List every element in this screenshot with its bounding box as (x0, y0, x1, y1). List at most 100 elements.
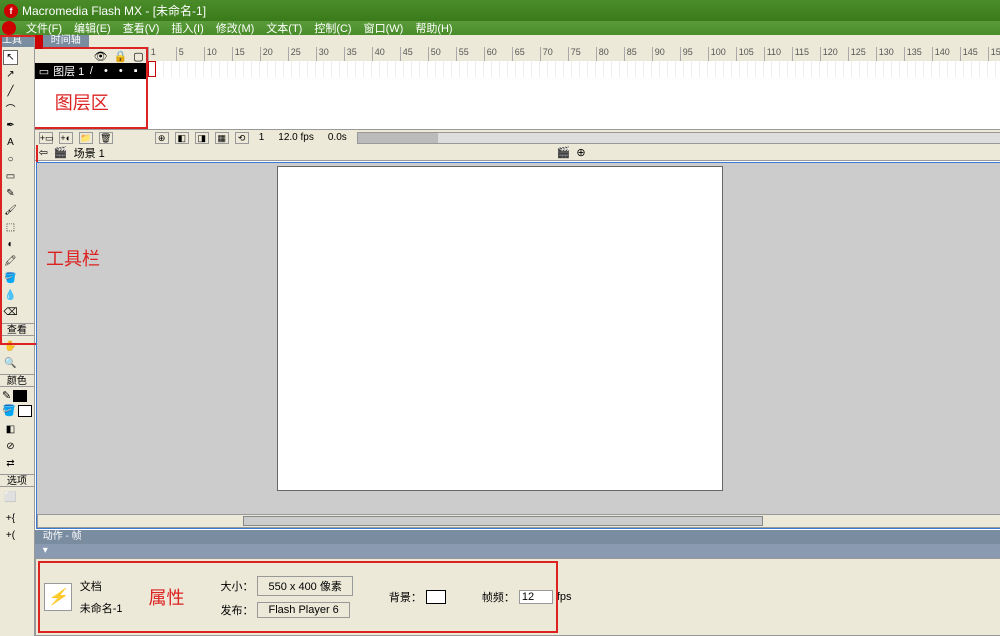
fill-transform-tool[interactable]: ◐ (3, 237, 18, 252)
swap-icon[interactable]: ⇄ (3, 456, 18, 471)
playhead[interactable] (35, 35, 43, 49)
add-guide-button[interactable]: +◐ (59, 132, 73, 144)
layer-toggles[interactable]: / • • ▪ (90, 65, 142, 77)
ruler-tick: 145 (960, 47, 988, 61)
stage[interactable] (36, 162, 1000, 529)
ruler-tick: 45 (400, 47, 428, 61)
publish-button[interactable]: Flash Player 6 (257, 602, 349, 618)
add-folder-button[interactable]: 📁 (79, 132, 93, 144)
properties-panel: ⚡ 文档 未命名-1 属性 大小： 550 x 400 像素 发布： Flash… (35, 558, 1000, 636)
oval-tool[interactable]: ○ (3, 152, 18, 167)
menu-modify[interactable]: 修改(M) (210, 20, 261, 36)
subselect-tool[interactable]: ↗ (3, 67, 18, 82)
ruler-tick: 35 (344, 47, 372, 61)
ruler-tick: 15 (232, 47, 260, 61)
menu-help[interactable]: 帮助(H) (409, 20, 458, 36)
menu-text[interactable]: 文本(T) (260, 20, 308, 36)
onion-skin-button[interactable]: ◧ (175, 132, 189, 144)
pen-tool[interactable]: ✒ (3, 118, 18, 133)
noicon-icon[interactable]: ⊘ (3, 439, 18, 454)
pencil-tool[interactable]: ✎ (3, 186, 18, 201)
menubar: 文件(F) 编辑(E) 查看(V) 插入(I) 修改(M) 文本(T) 控制(C… (0, 21, 1000, 35)
lock-icon[interactable]: 🔒 (114, 50, 128, 63)
text-tool[interactable]: A (3, 135, 18, 150)
framerate-label: 帧频： (482, 589, 515, 605)
scenebar: ⇦ 🎬 场景 1 🎬 ⊕ 132% ▾ (35, 145, 1000, 161)
menu-control[interactable]: 控制(C) (308, 20, 357, 36)
scene-back-icon[interactable]: ⇦ (39, 146, 48, 159)
frame-track[interactable] (148, 61, 1000, 77)
eyedropper-tool[interactable]: 💧 (3, 288, 18, 303)
ruler-tick: 20 (260, 47, 288, 61)
frame-ruler: 1510152025303540455055606570758085909510… (148, 47, 1000, 61)
ruler-tick: 70 (540, 47, 568, 61)
ruler-tick: 1 (148, 47, 176, 61)
layer-row[interactable]: ▭ 图层 1 / • • ▪ (35, 63, 146, 79)
edit-symbol-icon[interactable]: ⊕ (576, 146, 585, 159)
delete-layer-button[interactable]: 🗑 (99, 132, 113, 144)
scene-icon: 🎬 (54, 146, 68, 159)
size-button[interactable]: 550 x 400 像素 (257, 576, 352, 596)
scene-name[interactable]: 场景 1 (74, 145, 105, 161)
properties-panel-header[interactable]: ▾ (35, 544, 1000, 558)
onion-outline-button[interactable]: ◨ (195, 132, 209, 144)
modify-onion-button[interactable]: ⟲ (235, 132, 249, 144)
add-layer-button[interactable]: +▭ (39, 132, 53, 144)
document-icon: ⚡ (44, 583, 72, 611)
transform-tool[interactable]: ⬚ (3, 220, 18, 235)
ruler-tick: 90 (652, 47, 680, 61)
menu-edit[interactable]: 编辑(E) (68, 20, 117, 36)
eye-icon[interactable]: 👁 (94, 50, 108, 63)
outline-icon[interactable]: ▢ (133, 50, 143, 63)
framerate-input[interactable] (519, 590, 553, 604)
bucket-tool[interactable]: 🪣 (3, 271, 18, 286)
brush-tool[interactable]: 🖌 (3, 203, 18, 218)
fill-color-swatch[interactable] (18, 405, 32, 417)
hand-tool[interactable]: ✋ (3, 339, 18, 354)
rect-tool[interactable]: ▭ (3, 169, 18, 184)
canvas[interactable] (277, 166, 723, 491)
ruler-tick: 50 (428, 47, 456, 61)
layer-page-icon: ▭ (39, 65, 49, 78)
line-tool[interactable]: ╱ (3, 84, 18, 99)
arrow-tool[interactable]: ↖ (3, 50, 18, 65)
stage-hscroll[interactable] (37, 514, 1000, 528)
ruler-tick: 135 (904, 47, 932, 61)
straighten-icon[interactable]: +( (3, 528, 18, 543)
ruler-tick: 65 (512, 47, 540, 61)
edit-multi-button[interactable]: ▦ (215, 132, 229, 144)
smooth-icon[interactable]: +{ (3, 511, 18, 526)
menu-insert[interactable]: 插入(I) (165, 20, 209, 36)
bg-color-swatch[interactable] (426, 590, 446, 604)
menu-view[interactable]: 查看(V) (117, 20, 166, 36)
menu-file[interactable]: 文件(F) (20, 20, 68, 36)
ruler-tick: 40 (372, 47, 400, 61)
tools-color-label: 颜色 (0, 374, 34, 387)
layer-annotation: 图层区 (55, 89, 109, 115)
publish-label: 发布： (220, 602, 253, 618)
app-icon[interactable] (2, 21, 16, 35)
snap-icon[interactable]: ⬜ (3, 490, 18, 505)
eraser-tool[interactable]: ⌫ (3, 305, 18, 320)
ruler-tick: 80 (596, 47, 624, 61)
center-frame-button[interactable]: ⊕ (155, 132, 169, 144)
lasso-tool[interactable]: ⌒ (3, 101, 18, 116)
ruler-tick: 25 (288, 47, 316, 61)
stroke-color-swatch[interactable] (13, 390, 27, 402)
bg-label: 背景： (389, 589, 422, 605)
bw-icon[interactable]: ◧ (3, 422, 18, 437)
tools-view-label: 查看 (0, 323, 34, 336)
ruler-tick: 75 (568, 47, 596, 61)
layer-name: 图层 1 (53, 63, 84, 79)
zoom-tool[interactable]: 🔍 (3, 356, 18, 371)
edit-scene-icon[interactable]: 🎬 (557, 146, 571, 159)
frame-area[interactable]: 1510152025303540455055606570758085909510… (148, 47, 1000, 129)
actions-panel-title[interactable]: 动作 - 帧 (35, 530, 1000, 544)
menu-window[interactable]: 窗口(W) (358, 20, 410, 36)
framerate-unit: fps (557, 591, 572, 603)
ruler-tick: 110 (764, 47, 792, 61)
timeline-tab[interactable]: 时间轴 (43, 35, 89, 47)
keyframe[interactable] (148, 61, 156, 77)
ink-tool[interactable]: 🖍 (3, 254, 18, 269)
timeline-hscroll[interactable] (357, 132, 1000, 144)
